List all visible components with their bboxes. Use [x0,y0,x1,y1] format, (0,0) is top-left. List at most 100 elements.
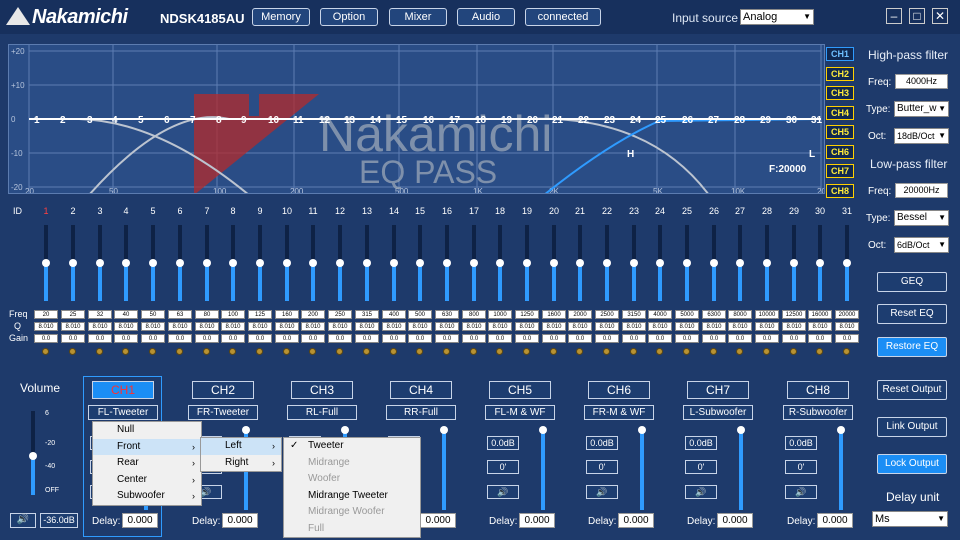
eq-band-slider[interactable] [363,225,371,301]
lpf-oct-select[interactable]: 6dB/Oct ▼ [894,237,949,253]
menu-item-midrange-tweeter[interactable]: Midrange Tweeter [284,488,420,505]
channel-7-gain[interactable]: 0.0dB [685,436,717,450]
eq-band-q[interactable]: 8.010 [702,322,726,331]
eq-band-knob[interactable] [603,259,611,267]
eq-band-q[interactable]: 8.010 [782,322,806,331]
eq-band-bypass-icon[interactable] [69,348,76,355]
eq-band-knob[interactable] [390,259,398,267]
channel-3-speaker-type[interactable]: RL-Full [287,405,357,420]
eq-band-freq[interactable]: 100 [221,310,245,319]
eq-band-freq[interactable]: 1000 [488,310,512,319]
restore-eq-button[interactable]: Restore EQ [877,337,947,357]
eq-band-q[interactable]: 8.010 [835,322,859,331]
volume-knob[interactable] [29,452,37,461]
mixer-button[interactable]: Mixer [389,8,447,26]
hpf-oct-select[interactable]: 18dB/Oct ▼ [894,128,949,144]
eq-band-gain[interactable]: 0.0 [515,334,539,343]
channel-3-level-knob[interactable] [341,426,349,434]
volume-slider[interactable] [29,411,37,495]
eq-band-q[interactable]: 8.010 [195,322,219,331]
eq-band-freq[interactable]: 10000 [755,310,779,319]
eq-band-freq[interactable]: 20 [34,310,58,319]
channel-1-speaker-type[interactable]: FL-Tweeter [88,405,158,420]
eq-band-freq[interactable]: 400 [382,310,406,319]
eq-band-knob[interactable] [576,259,584,267]
channel-8-select-button[interactable]: CH8 [787,381,849,399]
eq-band-freq[interactable]: 40 [114,310,138,319]
eq-band-gain[interactable]: 0.0 [648,334,672,343]
eq-band-gain[interactable]: 0.0 [462,334,486,343]
graph-channel-button-ch5[interactable]: CH5 [826,125,854,139]
eq-band-knob[interactable] [683,259,691,267]
eq-band-knob[interactable] [550,259,558,267]
eq-band-gain[interactable]: 0.0 [141,334,165,343]
channel-5-select-button[interactable]: CH5 [489,381,551,399]
eq-band-freq[interactable]: 250 [328,310,352,319]
eq-band-q[interactable]: 8.010 [515,322,539,331]
channel-6-gain[interactable]: 0.0dB [586,436,618,450]
channel-7-delay-input[interactable]: 0.000 [717,513,753,528]
graph-channel-button-ch8[interactable]: CH8 [826,183,854,198]
eq-band-freq[interactable]: 125 [248,310,272,319]
eq-band-slider[interactable] [416,225,424,301]
eq-band-q[interactable]: 8.010 [435,322,459,331]
menu-item-subwoofer[interactable]: Subwoofer › [93,488,201,505]
eq-band-slider[interactable] [283,225,291,301]
eq-band-gain[interactable]: 0.0 [355,334,379,343]
eq-band-bypass-icon[interactable] [309,348,316,355]
channel-2-select-button[interactable]: CH2 [192,381,254,399]
channel-5-gain[interactable]: 0.0dB [487,436,519,450]
channel-4-speaker-type[interactable]: RR-Full [386,405,456,420]
eq-band-gain[interactable]: 0.0 [675,334,699,343]
eq-band-freq[interactable]: 63 [168,310,192,319]
eq-band-gain[interactable]: 0.0 [382,334,406,343]
menu-item-center[interactable]: Center › [93,472,201,489]
graph-channel-button-ch7[interactable]: CH7 [826,164,854,178]
eq-band-slider[interactable] [496,225,504,301]
eq-band-freq[interactable]: 315 [355,310,379,319]
channel-7-select-button[interactable]: CH7 [687,381,749,399]
channel-7-speaker-type[interactable]: L-Subwoofer [683,405,753,420]
graph-channel-button-ch1[interactable]: CH1 [826,47,854,61]
eq-band-q[interactable]: 8.010 [675,322,699,331]
eq-band-q[interactable]: 8.010 [88,322,112,331]
eq-band-slider[interactable] [523,225,531,301]
menu-item-tweeter[interactable]: ✓ Tweeter [284,438,420,455]
eq-band-freq[interactable]: 5000 [675,310,699,319]
eq-band-bypass-icon[interactable] [523,348,530,355]
eq-band-q[interactable]: 8.010 [221,322,245,331]
channel-7-level-knob[interactable] [737,426,745,434]
eq-band-freq[interactable]: 630 [435,310,459,319]
eq-band-gain[interactable]: 0.0 [542,334,566,343]
volume-mute-button[interactable]: 🔊 [10,513,36,528]
eq-band-knob[interactable] [470,259,478,267]
channel-8-phase[interactable]: 0' [785,460,817,474]
eq-band-bypass-icon[interactable] [443,348,450,355]
eq-band-gain[interactable]: 0.0 [195,334,219,343]
eq-band-bypass-icon[interactable] [229,348,236,355]
eq-band-q[interactable]: 8.010 [808,322,832,331]
eq-band-knob[interactable] [710,259,718,267]
eq-band-q[interactable]: 8.010 [34,322,58,331]
channel-6-delay-input[interactable]: 0.000 [618,513,654,528]
eq-band-slider[interactable] [763,225,771,301]
eq-band-q[interactable]: 8.010 [301,322,325,331]
eq-graph[interactable]: +20+100-10-2020501002005001K2K5K10K20K N… [8,44,825,194]
menu-item-rear[interactable]: Rear › [93,455,201,472]
eq-band-knob[interactable] [416,259,424,267]
eq-band-q[interactable]: 8.010 [168,322,192,331]
eq-band-freq[interactable]: 800 [462,310,486,319]
memory-button[interactable]: Memory [252,8,310,26]
eq-band-gain[interactable]: 0.0 [568,334,592,343]
eq-band-bypass-icon[interactable] [603,348,610,355]
eq-band-freq[interactable]: 12500 [782,310,806,319]
eq-band-bypass-icon[interactable] [176,348,183,355]
eq-band-freq[interactable]: 1600 [542,310,566,319]
reset-output-button[interactable]: Reset Output [877,380,947,400]
eq-band-knob[interactable] [229,259,237,267]
eq-band-slider[interactable] [42,225,50,301]
eq-band-q[interactable]: 8.010 [648,322,672,331]
channel-7-phase[interactable]: 0' [685,460,717,474]
eq-band-freq[interactable]: 16000 [808,310,832,319]
eq-band-freq[interactable]: 32 [88,310,112,319]
